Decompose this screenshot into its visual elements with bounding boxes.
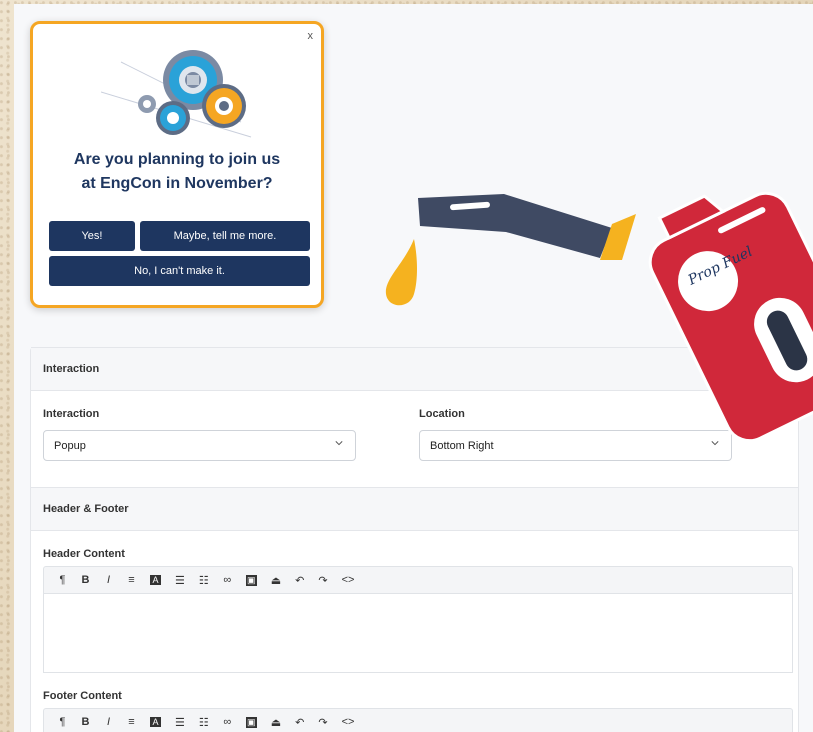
link-icon[interactable]: ∞ <box>223 574 232 586</box>
bullet-list-icon[interactable]: ☰ <box>175 574 185 587</box>
undo-icon[interactable]: ↶ <box>295 574 304 587</box>
text-color-icon[interactable]: A <box>150 717 161 727</box>
yes-button[interactable]: Yes! <box>49 221 135 251</box>
popup-question: Are you planning to join us at EngCon in… <box>73 151 281 192</box>
app-window: x Are you planning to join us at EngCon … <box>14 4 813 732</box>
code-icon[interactable]: <> <box>342 716 355 728</box>
redo-icon[interactable]: ↷ <box>318 574 327 587</box>
align-icon[interactable]: ≡ <box>127 716 136 728</box>
footer-content-label: Footer Content <box>43 690 122 702</box>
italic-icon[interactable]: I <box>104 574 113 586</box>
bold-icon[interactable]: B <box>81 574 90 586</box>
no-button[interactable]: No, I can't make it. <box>49 256 310 286</box>
footer-editor-toolbar: ¶ B I ≡ A ☰ ☷ ∞ ▣ ⏏ ↶ ↷ <> <box>43 708 793 732</box>
link-icon[interactable]: ∞ <box>223 716 232 728</box>
gears-illustration-icon <box>101 50 252 138</box>
image-icon[interactable]: ▣ <box>245 574 257 586</box>
survey-popup: x Are you planning to join us at EngCon … <box>30 21 324 308</box>
italic-icon[interactable]: I <box>104 716 113 728</box>
numbered-list-icon[interactable]: ☷ <box>199 716 209 729</box>
numbered-list-icon[interactable]: ☷ <box>199 574 209 587</box>
interaction-value: Popup <box>54 439 86 452</box>
close-icon[interactable]: x <box>308 30 314 42</box>
header-content-label: Header Content <box>43 548 125 560</box>
bullet-list-icon[interactable]: ☰ <box>175 716 185 729</box>
redo-icon[interactable]: ↷ <box>318 716 327 729</box>
embed-icon[interactable]: ⏏ <box>271 716 281 729</box>
text-color-icon[interactable]: A <box>150 575 161 585</box>
image-icon[interactable]: ▣ <box>245 716 257 728</box>
header-content-editor[interactable] <box>43 593 793 673</box>
interaction-label: Interaction <box>43 408 100 420</box>
interaction-select[interactable]: Popup <box>43 430 356 461</box>
code-icon[interactable]: <> <box>342 574 355 586</box>
align-icon[interactable]: ≡ <box>127 574 136 586</box>
header-editor-toolbar: ¶ B I ≡ A ☰ ☷ ∞ ▣ ⏏ ↶ ↷ <> <box>43 566 793 593</box>
pilcrow-icon[interactable]: ¶ <box>58 574 67 586</box>
fuel-pump-illustration: Prop Fuel <box>385 191 813 443</box>
chevron-down-icon <box>335 441 343 446</box>
undo-icon[interactable]: ↶ <box>295 716 304 729</box>
maybe-button[interactable]: Maybe, tell me more. <box>140 221 310 251</box>
bold-icon[interactable]: B <box>81 716 90 728</box>
header-footer-section-header: Header & Footer <box>31 487 798 531</box>
embed-icon[interactable]: ⏏ <box>271 574 281 587</box>
pilcrow-icon[interactable]: ¶ <box>58 716 67 728</box>
